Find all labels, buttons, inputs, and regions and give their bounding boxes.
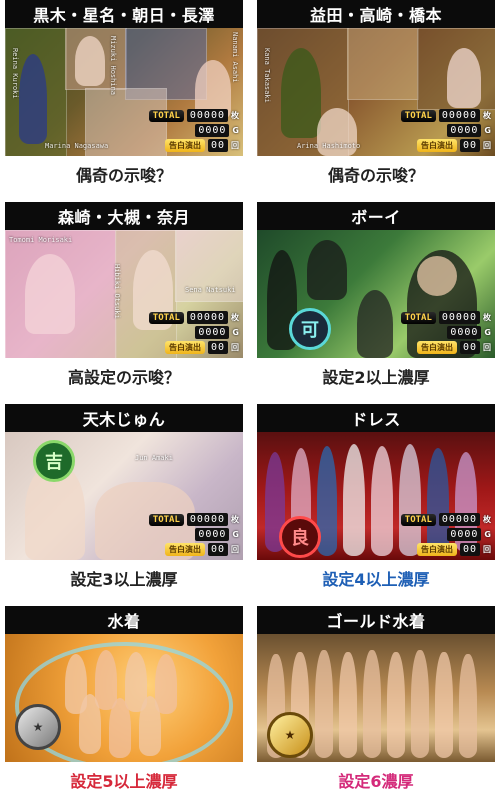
card-title: ボーイ xyxy=(257,202,495,230)
counter-panel: TOTAL 00000 枚 0000 G 告白演出 00 回 xyxy=(121,511,239,556)
card-caption: 設定4以上濃厚 xyxy=(322,570,430,589)
screen-image: ★ xyxy=(5,634,243,762)
screen-image: Tomomi Morisaki Sena Natsuki Hibiki Otsu… xyxy=(5,230,243,358)
kichi-badge-icon: 吉 xyxy=(33,440,75,482)
card-title: 森崎・大槻・奈月 xyxy=(5,202,243,230)
card-gold-swimsuit: ゴールド水着 ★ 設定6濃厚 xyxy=(257,606,495,798)
card-caption: 設定5以上濃厚 xyxy=(70,772,178,791)
ryo-badge-icon: 良 xyxy=(279,516,321,558)
card-caption: 偶奇の示唆？ xyxy=(75,166,172,185)
screen-image: Kana Takasaki Arina Hashimoto TOTAL 00000… xyxy=(257,28,495,156)
counter-panel: TOTAL 00000 枚 0000 G 告白演出 00 回 xyxy=(121,107,239,152)
ka-badge-icon: 可 xyxy=(289,308,331,350)
card-boy: ボーイ 可 TOTAL 00000 枚 0000 G 告白演出 00 回 設定2以上濃厚 xyxy=(257,202,495,394)
card-caption: 偶奇の示唆？ xyxy=(327,166,424,185)
card-caption: 設定3以上濃厚 xyxy=(70,570,178,589)
card-caption: 設定2以上濃厚 xyxy=(322,368,430,387)
counter-panel: TOTAL 00000 枚 0000 G 告白演出 00 回 xyxy=(121,309,239,354)
gold-medal-icon: ★ xyxy=(267,712,313,758)
card-title: 水着 xyxy=(5,606,243,634)
card-caption: 高設定の示唆？ xyxy=(67,368,180,387)
screen-image: ★ xyxy=(257,634,495,762)
counter-panel: TOTAL 00000 枚 0000 G 告白演出 00 回 xyxy=(373,511,491,556)
card-title: 黒木・星名・朝日・長澤 xyxy=(5,0,243,28)
card-amaki-jun: 天木じゅん 吉 Jun Amaki TOTAL 00000 枚 0000 G 告白演出… xyxy=(5,404,243,596)
card-title: 益田・高崎・橋本 xyxy=(257,0,495,28)
screen-image: 可 TOTAL 00000 枚 0000 G 告白演出 00 回 xyxy=(257,230,495,358)
counter-panel: TOTAL 00000 枚 0000 G 告白演出 00 回 xyxy=(373,107,491,152)
counter-panel: TOTAL 00000 枚 0000 G 告白演出 00 回 xyxy=(373,309,491,354)
card-title: ドレス xyxy=(257,404,495,432)
medal-icon: ★ xyxy=(15,704,61,750)
screen-image: Reina Kuroki Nanami Asahi Marina Nagasaw… xyxy=(5,28,243,156)
card-caption: 設定6濃厚 xyxy=(338,772,414,791)
card-morisaki-otsuki-natsuki: 森崎・大槻・奈月 Tomomi Morisaki Sena Natsuki Hi… xyxy=(5,202,243,394)
card-title: 天木じゅん xyxy=(5,404,243,432)
card-title: ゴールド水着 xyxy=(257,606,495,634)
screen-image: 吉 Jun Amaki TOTAL 00000 枚 0000 G 告白演出 00 回 xyxy=(5,432,243,560)
card-dress: ドレス 良 TOTAL 00000 枚 0000 G 告白演出 00 回 設定4以上濃厚 xyxy=(257,404,495,596)
card-masuda-takasaki-hashimoto: 益田・高崎・橋本 Kana Takasaki Arina Hashimoto T… xyxy=(257,0,495,192)
screen-image: 良 TOTAL 00000 枚 0000 G 告白演出 00 回 xyxy=(257,432,495,560)
card-swimsuit: 水着 ★ 設定5以上濃厚 xyxy=(5,606,243,798)
card-kuroki-hoshina-asahi-nagasawa: 黒木・星名・朝日・長澤 Reina Kuroki Nanami Asahi Ma… xyxy=(5,0,243,192)
